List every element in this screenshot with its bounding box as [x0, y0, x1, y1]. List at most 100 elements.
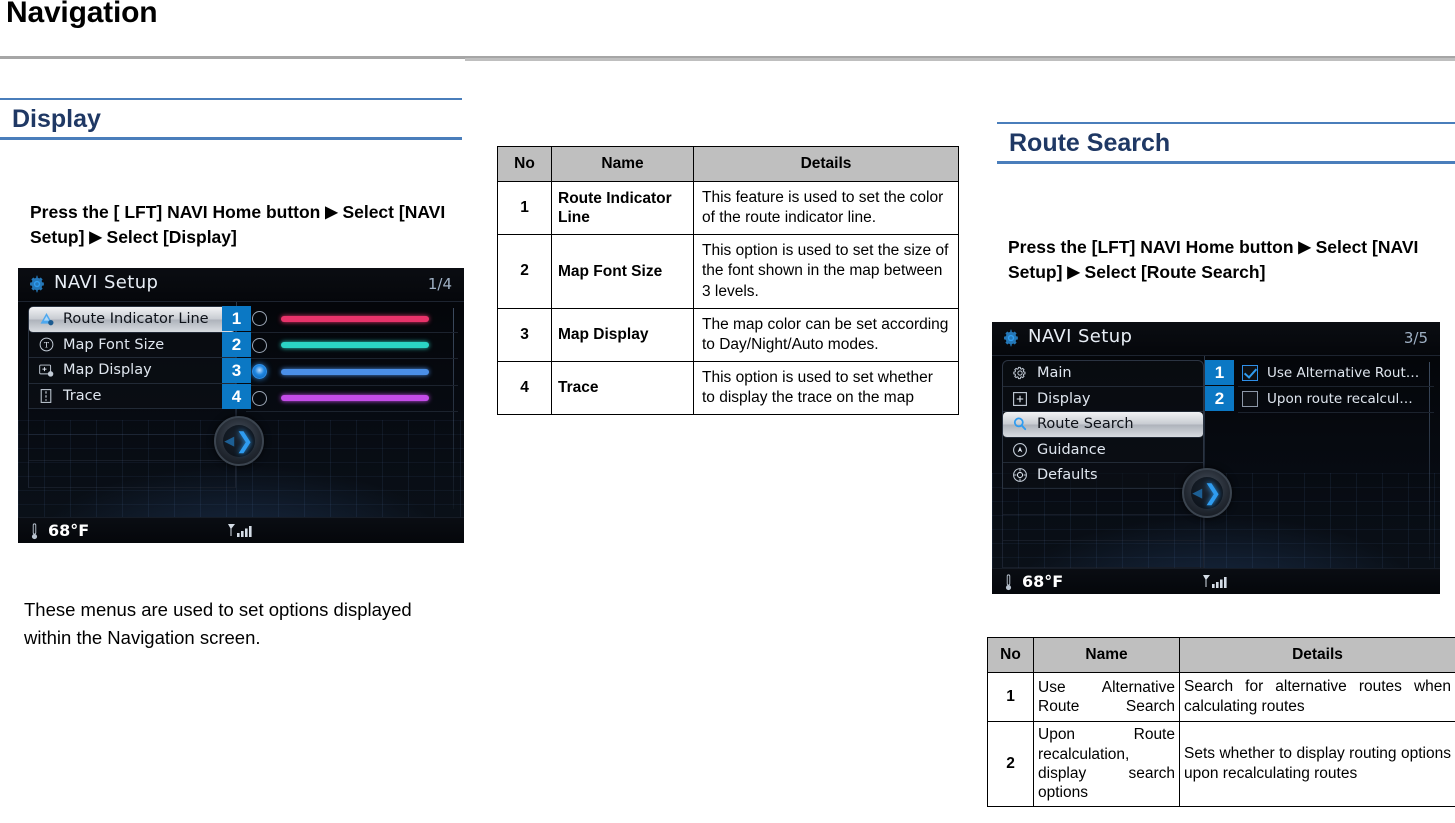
table-row: 1 Use Alternative Route Search Search fo… [987, 671, 1455, 723]
device-titlebar: NAVI Setup 3/5 [992, 322, 1440, 356]
knob-inner: ◀ ❯ [223, 425, 255, 457]
device-menu-item-trace[interactable]: Trace [29, 384, 235, 409]
filler-row [29, 435, 235, 461]
option-row-color-2[interactable] [246, 333, 458, 359]
instruction-display-line1: Press the [ LFT] NAVI Home button [30, 202, 321, 222]
instruction-display: Press the [ LFT] NAVI Home button ▶ Sele… [30, 200, 460, 251]
device-menu-item-display[interactable]: Display [1003, 387, 1203, 412]
radio-button-color-3[interactable] [252, 364, 267, 380]
cell-name: Use Alternative Route Search [1033, 671, 1180, 723]
device-menu-filler [28, 408, 236, 488]
section-rule-bottom [0, 137, 462, 140]
device-page-indicator: 1/4 [427, 275, 452, 293]
gear-icon [27, 274, 47, 294]
magnifier-icon [1009, 415, 1031, 433]
cell-details: This option is used to set whether to di… [693, 360, 959, 416]
cell-details: Sets whether to display routing options … [1179, 721, 1455, 807]
option-row-color-1[interactable] [246, 306, 458, 333]
table-header-row: No Name Details [987, 637, 1455, 673]
table-col-name: Name [551, 146, 694, 182]
device-statusbar: 68°F [992, 568, 1440, 594]
filler-row [1003, 488, 1203, 515]
cell-name: Route Indicator Line [551, 180, 694, 236]
thermometer-icon [30, 523, 39, 543]
next-page-knob[interactable]: ◀ ❯ [214, 416, 264, 466]
thermometer-icon [1004, 574, 1013, 594]
device-menu-label: Trace [63, 387, 102, 404]
temperature-readout: 68°F [1022, 572, 1064, 591]
route-indicator-icon [35, 310, 57, 328]
color-swatch-teal [281, 342, 429, 349]
device-title: NAVI Setup [1028, 326, 1133, 347]
option-row-color-4[interactable] [246, 386, 458, 412]
checkbox-use-alternative-route[interactable] [1242, 364, 1258, 381]
option-row-color-3[interactable] [246, 359, 458, 386]
table-row: 3 Map Display The map color can be set a… [497, 307, 959, 362]
radio-button-color-1[interactable] [252, 311, 267, 327]
device-page-indicator: 3/5 [1403, 329, 1428, 347]
table-col-details: Details [693, 146, 959, 182]
font-size-icon: T [35, 336, 57, 354]
device-menu-item-main[interactable]: Main [1003, 361, 1203, 387]
callout-badges-route: 1 2 [1205, 360, 1234, 412]
device-menu-label: Main [1037, 365, 1072, 382]
device-menu-item-route-search[interactable]: Route Search [1003, 412, 1203, 438]
cell-no: 1 [987, 671, 1034, 723]
signal-strength-icon [227, 523, 255, 543]
callout-badges-display: 1 2 3 4 [222, 306, 251, 410]
cell-no: 3 [497, 307, 552, 362]
device-menu-item-defaults[interactable]: Defaults [1003, 463, 1203, 489]
device-statusbar: 68°F [18, 517, 464, 543]
table-col-no: No [497, 146, 552, 182]
device-menu-item-route-indicator-line[interactable]: Route Indicator Line [29, 307, 235, 333]
checkbox-label: Use Alternative Rout… [1267, 364, 1420, 381]
checkbox-upon-route-recalculation[interactable] [1242, 391, 1258, 408]
device-menu-item-guidance[interactable]: Guidance [1003, 438, 1203, 463]
knob-inner: ◀ ❯ [1191, 477, 1223, 509]
device-content-route: Main Display Route Search Guidance Defau… [992, 356, 1440, 568]
trace-icon [35, 387, 57, 405]
cell-no: 2 [497, 234, 552, 309]
device-screenshot-display: NAVI Setup 1/4 Route Indicator Line T Ma… [18, 268, 464, 543]
device-menu-label: Guidance [1037, 441, 1106, 458]
callout-badge-1: 1 [1205, 360, 1234, 385]
checkbox-row-upon-route-recalculation[interactable]: Upon route recalcul… [1238, 387, 1434, 413]
arrow-right-icon-2: ▶ [89, 229, 102, 247]
color-swatch-purple [281, 395, 429, 402]
callout-badge-3: 3 [222, 358, 251, 383]
table-col-name: Name [1033, 637, 1180, 673]
next-page-knob[interactable]: ◀ ❯ [1182, 468, 1232, 518]
device-menu-list-display: Route Indicator Line T Map Font Size Map… [28, 306, 236, 409]
section-rule-bottom [997, 161, 1455, 164]
table-header-row: No Name Details [497, 146, 959, 182]
cell-details: The map color can be set according to Da… [693, 307, 959, 362]
table-row: 2 Map Font Size This option is used to s… [497, 234, 959, 309]
section-header-display: Display [0, 98, 462, 140]
radio-button-color-4[interactable] [252, 390, 267, 406]
section-header-route-search: Route Search [997, 122, 1455, 164]
instruction-route-search: Press the [LFT] NAVI Home button ▶ Selec… [1008, 235, 1448, 286]
filler-row [1003, 541, 1203, 568]
svg-text:T: T [43, 341, 49, 350]
cell-name: Map Font Size [551, 234, 694, 309]
device-menu-item-map-font-size[interactable]: T Map Font Size [29, 333, 235, 358]
instruction-route-line2b: Select [Route Search] [1084, 262, 1266, 283]
callout-badge-4: 4 [222, 384, 251, 409]
radio-button-color-2[interactable] [252, 337, 267, 353]
filler-row [29, 461, 235, 488]
table-col-no: No [987, 637, 1034, 673]
device-option-rows-display [246, 306, 458, 412]
device-menu-item-map-display[interactable]: Map Display [29, 358, 235, 384]
cell-no: 4 [497, 360, 552, 416]
gear-icon [1001, 328, 1021, 348]
device-titlebar: NAVI Setup 1/4 [18, 268, 464, 302]
arrow-right-icon: ▶ [325, 204, 338, 221]
device-menu-filler [1002, 488, 1204, 568]
compass-icon [1009, 441, 1031, 459]
cell-details: This feature is used to set the color of… [693, 180, 959, 236]
header-divider-secondary [465, 58, 1455, 61]
cell-no: 1 [497, 180, 552, 236]
checkbox-row-use-alternative-route[interactable]: Use Alternative Rout… [1238, 360, 1434, 387]
filler-row [1003, 515, 1203, 541]
table-col-details: Details [1179, 637, 1455, 673]
